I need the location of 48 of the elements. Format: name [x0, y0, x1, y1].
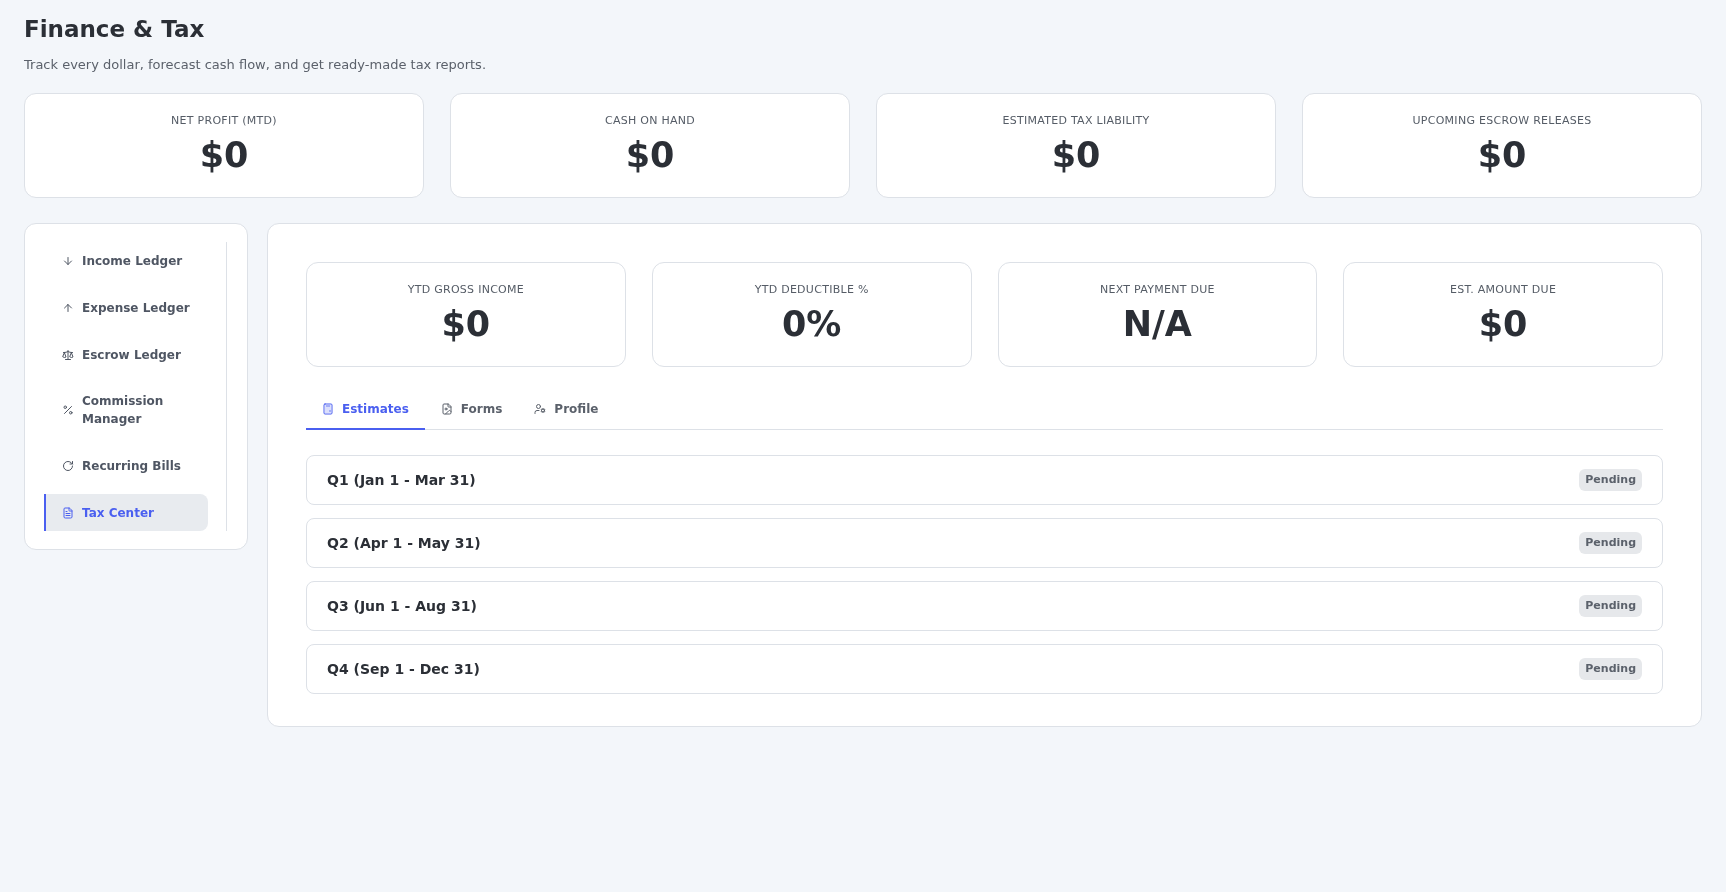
- stat-label: EST. AMOUNT DUE: [1450, 282, 1557, 299]
- tab[interactable]: Profile: [518, 390, 615, 430]
- stat-label: YTD DEDUCTIBLE %: [754, 282, 869, 299]
- stat-value: $0: [199, 133, 249, 177]
- quarter-title: Q3 (Jun 1 - Aug 31): [327, 596, 477, 616]
- stat-value: $0: [1477, 133, 1527, 177]
- document-icon: [62, 506, 74, 519]
- quarter-title: Q1 (Jan 1 - Mar 31): [327, 470, 476, 490]
- quarter-row[interactable]: Q4 (Sep 1 - Dec 31) Pending: [306, 644, 1663, 694]
- refresh-icon: [62, 459, 74, 472]
- stat-value: 0%: [781, 302, 842, 346]
- status-badge: Pending: [1579, 531, 1642, 555]
- calculator-icon: [322, 403, 334, 415]
- arrow-up-icon: [62, 301, 74, 314]
- stat-value: $0: [625, 133, 675, 177]
- arrow-down-icon: [62, 254, 74, 267]
- stat-label: CASH ON HAND: [604, 113, 696, 130]
- quarter-title: Q2 (Apr 1 - May 31): [327, 533, 481, 553]
- stat-label: UPCOMING ESCROW RELEASES: [1412, 113, 1592, 130]
- scale-icon: [62, 348, 74, 361]
- tab[interactable]: Estimates: [306, 390, 425, 430]
- page-title: Finance & Tax: [24, 15, 206, 44]
- sidebar-item[interactable]: Tax Center: [44, 494, 208, 531]
- stat-label: NEXT PAYMENT DUE: [1099, 282, 1215, 299]
- stat-label: ESTIMATED TAX LIABILITY: [1002, 113, 1150, 130]
- document-icon: [440, 403, 453, 415]
- status-badge: Pending: [1579, 468, 1642, 492]
- sidebar-item[interactable]: Recurring Bills: [44, 447, 208, 484]
- sidebar-item[interactable]: Expense Ledger: [44, 289, 208, 326]
- status-badge: Pending: [1579, 594, 1642, 618]
- quarter-row[interactable]: Q2 (Apr 1 - May 31) Pending: [306, 518, 1663, 568]
- sidebar-item[interactable]: Income Ledger: [44, 242, 208, 279]
- stat-value: N/A: [1122, 302, 1192, 346]
- tab[interactable]: Forms: [424, 390, 519, 430]
- sidebar-item[interactable]: Commission Manager: [44, 383, 208, 437]
- quarter-row[interactable]: Q3 (Jun 1 - Aug 31) Pending: [306, 581, 1663, 631]
- quarter-row[interactable]: Q1 (Jan 1 - Mar 31) Pending: [306, 455, 1663, 505]
- sidebar-item[interactable]: Escrow Ledger: [44, 336, 208, 373]
- quarter-title: Q4 (Sep 1 - Dec 31): [327, 659, 480, 679]
- stat-value: $0: [1051, 133, 1101, 177]
- stat-value: $0: [1478, 302, 1528, 346]
- page-subtitle: Track every dollar, forecast cash flow, and get ready-made tax reports.: [24, 55, 488, 74]
- stat-value: $0: [441, 302, 491, 346]
- status-badge: Pending: [1579, 657, 1642, 681]
- stat-label: NET PROFIT (MTD): [171, 113, 277, 130]
- user-settings-icon: [534, 403, 547, 415]
- stat-label: YTD GROSS INCOME: [407, 282, 525, 299]
- percent-icon: [62, 404, 74, 416]
